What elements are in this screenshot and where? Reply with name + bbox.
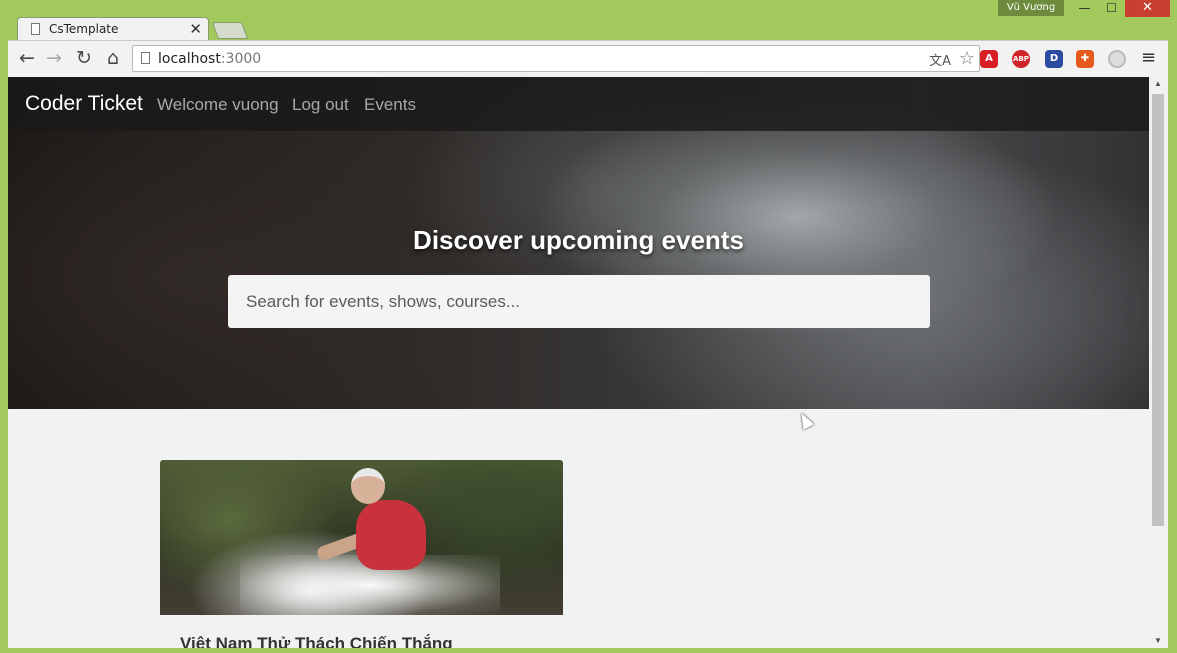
event-card-title[interactable]: Việt Nam Thử Thách Chiến Thắng [180, 634, 453, 648]
page-viewport: Coder Ticket Welcome vuong Log out Event… [8, 77, 1168, 648]
reload-icon[interactable]: ↻ [73, 47, 95, 69]
hero-title: Discover upcoming events [413, 225, 744, 255]
hamburger-menu-icon[interactable]: ≡ [1141, 47, 1156, 68]
url-text[interactable]: localhost:3000 [158, 51, 261, 67]
hero-banner: Coder Ticket Welcome vuong Log out Event… [8, 77, 1149, 409]
adblock-plus-icon[interactable]: ABP [1012, 50, 1030, 68]
event-search-input[interactable] [228, 275, 930, 328]
scroll-down-icon[interactable]: ▼ [1154, 636, 1162, 645]
circle-extension-icon[interactable] [1108, 50, 1126, 68]
event-card-image[interactable] [160, 460, 563, 615]
d-extension-icon[interactable]: D [1045, 50, 1063, 68]
page-scrollbar[interactable]: ▲ ▼ [1149, 77, 1168, 648]
tab-close-icon[interactable]: ✕ [189, 20, 202, 38]
windows-user-label: Vũ Vương [998, 0, 1064, 16]
event-card[interactable]: Việt Nam Thử Thách Chiến Thắng [160, 460, 563, 648]
window-close-button[interactable]: ✕ [1125, 0, 1170, 17]
scrollbar-thumb[interactable] [1152, 94, 1164, 526]
rider-head [351, 468, 385, 504]
translate-icon[interactable]: 文A [929, 50, 951, 69]
site-navbar: Coder Ticket Welcome vuong Log out Event… [8, 77, 1149, 131]
page-icon [141, 52, 150, 64]
puzzle-extension-icon[interactable]: ✚ [1076, 50, 1094, 68]
url-host: localhost [158, 51, 221, 67]
window-maximize-button[interactable]: ☐ [1098, 0, 1125, 17]
nav-events-link[interactable]: Events [364, 95, 416, 115]
scroll-up-icon[interactable]: ▲ [1154, 79, 1162, 88]
window-minimize-button[interactable]: — [1071, 0, 1098, 17]
avira-extension-icon[interactable]: A [980, 50, 998, 68]
tab-title: CsTemplate [49, 22, 119, 36]
url-port: :3000 [220, 51, 262, 67]
page-icon [31, 23, 40, 35]
brand-link[interactable]: Coder Ticket [25, 92, 143, 116]
star-icon[interactable]: ☆ [959, 48, 975, 69]
nav-logout-link[interactable]: Log out [292, 95, 349, 115]
back-icon[interactable]: ← [16, 47, 38, 69]
home-icon[interactable]: ⌂ [102, 47, 124, 69]
nav-welcome-link[interactable]: Welcome vuong [157, 95, 279, 115]
new-tab-button[interactable] [211, 22, 249, 39]
browser-toolbar: ← → ↻ ⌂ localhost:3000 文A ☆ A ABP D ✚ ≡ [8, 40, 1168, 78]
browser-tab-active[interactable]: CsTemplate ✕ [17, 17, 209, 41]
forward-icon[interactable]: → [43, 47, 65, 69]
address-bar[interactable]: localhost:3000 文A ☆ [132, 45, 980, 72]
rider-body [356, 500, 426, 570]
